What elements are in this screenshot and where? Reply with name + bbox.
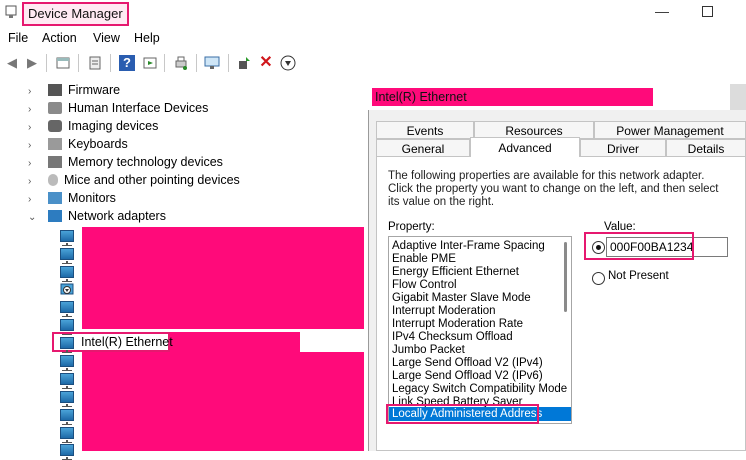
network-adapter-icon[interactable] [60,391,74,407]
update-driver-icon[interactable] [87,55,103,71]
network-adapter-icon[interactable] [60,319,74,335]
menu-file[interactable]: File [8,31,28,45]
not-present-radio[interactable] [592,272,605,285]
tree-item-monitors[interactable]: › Monitors [28,189,116,207]
tab-driver[interactable]: Driver [580,139,666,157]
scrollbar-thumb[interactable] [564,242,567,312]
enable-device-icon[interactable] [236,55,252,71]
device-manager-icon [5,5,17,19]
list-item[interactable]: IPv4 Checksum Offload [392,331,513,344]
monitor-icon[interactable] [204,55,220,71]
list-item[interactable]: Interrupt Moderation [392,305,496,318]
memory-icon [48,156,62,168]
list-item[interactable]: Large Send Offload V2 (IPv4) [392,357,543,370]
tree-item-memory[interactable]: › Memory technology devices [28,153,223,171]
minimize-button[interactable]: — [655,4,669,18]
tree-item-network-adapters[interactable]: ⌄ Network adapters [28,207,166,225]
selected-property-outline [386,404,539,424]
network-adapter-icon[interactable] [60,373,74,389]
properties-icon[interactable] [55,55,71,71]
hid-icon [48,102,62,114]
toolbar [0,51,746,77]
network-adapter-icon[interactable] [60,301,74,317]
menu-action[interactable]: Action [42,31,77,45]
maximize-button[interactable] [702,6,713,17]
network-adapter-icon[interactable] [60,230,74,246]
not-present-label: Not Present [608,270,669,282]
redacted-block [82,227,364,329]
redacted-block [82,352,364,451]
description-text: The following properties are available f… [388,170,719,208]
download-icon[interactable] [280,55,296,71]
chevron-down-icon[interactable]: ⌄ [28,209,40,227]
tree-item-firmware[interactable]: › Firmware [28,81,120,99]
list-item[interactable]: Adaptive Inter-Frame Spacing [392,240,545,253]
toolbar-separator [228,54,229,72]
tree-item-keyboards[interactable]: › Keyboards [28,135,128,153]
property-list[interactable]: Adaptive Inter-Frame Spacing Enable PME … [388,236,572,424]
tab-advanced[interactable]: Advanced [470,137,580,157]
network-adapter-icon [48,210,62,222]
view-icon[interactable] [142,55,158,71]
list-item[interactable]: Energy Efficient Ethernet [392,266,519,279]
monitor-icon [48,192,62,204]
mouse-icon [48,174,58,186]
dialog-title: Intel(R) Ethernet [372,88,653,106]
tree-item-intel-ethernet[interactable]: Intel(R) Ethernet [81,335,173,349]
firmware-icon [48,84,62,96]
tab-power-management[interactable]: Power Management [594,121,746,139]
tab-details[interactable]: Details [666,139,746,157]
menu-view[interactable]: View [93,31,120,45]
list-item[interactable]: Enable PME [392,253,456,266]
tree-item-imaging[interactable]: › Imaging devices [28,117,158,135]
network-adapter-icon[interactable] [60,427,74,443]
network-adapter-icon[interactable] [60,444,74,460]
network-adapter-icon[interactable] [60,266,74,282]
camera-icon [48,120,62,132]
network-adapter-icon[interactable] [60,409,74,425]
toolbar-separator [164,54,165,72]
toolbar-separator [196,54,197,72]
toolbar-separator [110,54,111,72]
tree-item-hid[interactable]: › Human Interface Devices [28,99,208,117]
toolbar-separator [46,54,47,72]
list-item[interactable]: Gigabit Master Slave Mode [392,292,531,305]
property-label: Property: [388,221,435,233]
network-adapter-icon[interactable] [60,355,74,371]
network-adapter-disabled-icon[interactable] [60,283,74,297]
dialog-close-button[interactable] [730,84,746,110]
network-adapter-icon[interactable] [60,337,74,353]
redacted-block [170,332,300,352]
window-title: Device Manager [22,2,129,26]
print-icon[interactable] [173,55,189,71]
list-item[interactable]: Legacy Switch Compatibility Mode [392,383,567,396]
keyboard-icon [48,138,62,150]
list-item[interactable]: Flow Control [392,279,457,292]
tree-item-mice[interactable]: › Mice and other pointing devices [28,171,240,189]
tab-events[interactable]: Events [376,121,474,139]
network-adapter-icon[interactable] [60,248,74,264]
tab-general[interactable]: General [376,139,470,157]
forward-icon[interactable]: ▶ [24,55,40,71]
back-icon[interactable]: ◀ [4,55,20,71]
help-icon[interactable]: ? [119,55,135,71]
menu-help[interactable]: Help [134,31,160,45]
toolbar-separator [78,54,79,72]
list-item[interactable]: Jumbo Packet [392,344,465,357]
list-item[interactable]: Interrupt Moderation Rate [392,318,523,331]
value-highlight [584,232,694,260]
uninstall-icon[interactable]: ✕ [258,55,274,71]
list-item[interactable]: Large Send Offload V2 (IPv6) [392,370,543,383]
